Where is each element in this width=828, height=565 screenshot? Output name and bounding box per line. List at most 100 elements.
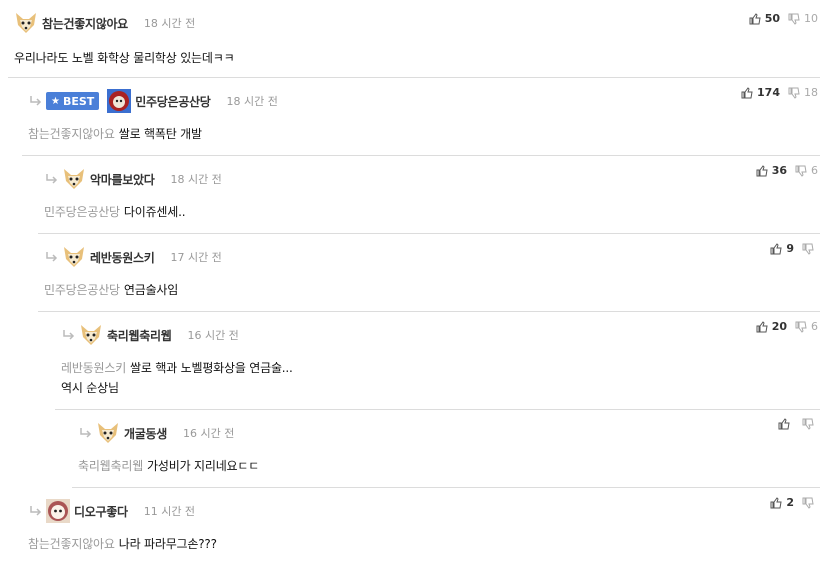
timestamp: 17 시간 전: [170, 251, 222, 264]
upvote-button[interactable]: 174: [741, 86, 788, 99]
vote-area: 50 10: [749, 12, 818, 25]
comment-text: 축리웹축리웹 가성비가 지리네요ㄷㄷ: [78, 456, 259, 476]
comment-body: 나라 파라무그손???: [118, 537, 217, 551]
comment-item: 참는건좋지않아요 18 시간 전 우리나라도 노벨 화학상 물리학상 있는데ㅋㅋ…: [8, 4, 820, 78]
mention[interactable]: 민주당은공산당: [44, 283, 120, 297]
vote-area: 20 6: [756, 320, 818, 333]
nickname[interactable]: 개굴동생: [124, 425, 167, 442]
thumbs-up-icon: [756, 320, 768, 332]
reply-arrow-icon: [46, 252, 58, 262]
downvote-count: 6: [811, 320, 818, 333]
timestamp: 18 시간 전: [226, 95, 278, 108]
comment-text: 참는건좋지않아요 나라 파라무그손???: [28, 534, 217, 554]
thumbs-up-icon: [778, 418, 790, 430]
vote-area: 2: [770, 496, 818, 509]
avatar[interactable]: [96, 421, 120, 445]
comment-item: 악마를보았다 18 시간 전 민주당은공산당 다이쥬센세.. 36 6: [38, 156, 820, 234]
comment-item: ★ BEST 민주당은공산당 18 시간 전 참는건좋지않아요 쌀로 핵폭탄 개발 …: [22, 78, 820, 156]
comment-body: 연금술사임: [123, 283, 179, 297]
best-badge: ★ BEST: [46, 92, 100, 110]
mention[interactable]: 참는건좋지않아요: [28, 537, 115, 551]
comment-text: 레반동원스키 쌀로 핵과 노벨평화상을 연금술... 역시 순상님: [61, 358, 293, 398]
thumbs-down-icon: [795, 165, 807, 177]
comment-text: 민주당은공산당 다이쥬센세..: [44, 202, 186, 222]
vote-area: 36 6: [756, 164, 818, 177]
mention[interactable]: 민주당은공산당: [44, 205, 120, 219]
nickname[interactable]: 디오구좋다: [74, 503, 128, 520]
upvote-button[interactable]: 20: [756, 320, 795, 333]
star-icon: ★: [51, 95, 60, 107]
upvote-count: 50: [764, 12, 780, 25]
comment-item: 개굴동생 16 시간 전 축리웹축리웹 가성비가 지리네요ㄷㄷ: [72, 410, 820, 488]
thumbs-up-icon: [770, 496, 782, 508]
thumbs-down-icon: [802, 418, 814, 430]
nickname[interactable]: 축리웹축리웹: [107, 327, 172, 344]
avatar[interactable]: [79, 323, 103, 347]
mention[interactable]: 레반동원스키: [61, 361, 126, 375]
upvote-button[interactable]: [778, 418, 802, 430]
thumbs-down-icon: [795, 321, 807, 333]
upvote-button[interactable]: 9: [770, 242, 802, 255]
avatar[interactable]: [46, 499, 70, 523]
thumbs-up-icon: [749, 12, 761, 24]
mention[interactable]: 축리웹축리웹: [78, 459, 143, 473]
comment-item: 축리웹축리웹 16 시간 전 레반동원스키 쌀로 핵과 노벨평화상을 연금술...…: [55, 312, 820, 410]
reply-arrow-icon: [80, 428, 92, 438]
downvote-count: 6: [811, 164, 818, 177]
nickname[interactable]: 레반동원스키: [90, 249, 155, 266]
downvote-button[interactable]: 6: [795, 320, 818, 333]
timestamp: 18 시간 전: [170, 173, 222, 186]
downvote-button[interactable]: [802, 497, 818, 509]
thumbs-down-icon: [788, 87, 800, 99]
timestamp: 16 시간 전: [182, 427, 235, 440]
timestamp: 18 시간 전: [143, 17, 196, 30]
downvote-button[interactable]: [802, 418, 818, 430]
downvote-button[interactable]: 10: [788, 12, 818, 25]
upvote-button[interactable]: 2: [770, 496, 802, 509]
comment-item: 레반동원스키 17 시간 전 민주당은공산당 연금술사임 9: [38, 234, 820, 312]
reply-arrow-icon: [30, 506, 42, 516]
nickname[interactable]: 민주당은공산당: [135, 93, 210, 110]
comment-text: 민주당은공산당 연금술사임: [44, 280, 178, 300]
upvote-count: 9: [786, 242, 794, 255]
upvote-count: 174: [757, 86, 780, 99]
downvote-count: 10: [804, 12, 818, 25]
comment-item: 디오구좋다 11 시간 전 참는건좋지않아요 나라 파라무그손??? 2: [22, 488, 820, 565]
comment-body-line2: 역시 순상님: [61, 381, 119, 395]
avatar[interactable]: [62, 245, 86, 269]
thumbs-up-icon: [756, 164, 768, 176]
comment-body: 다이쥬센세..: [123, 205, 186, 219]
thumbs-down-icon: [788, 13, 800, 25]
downvote-button[interactable]: [802, 243, 818, 255]
thumbs-down-icon: [802, 243, 814, 255]
thumbs-up-icon: [770, 242, 782, 254]
comment-body: 우리나라도 노벨 화학상 물리학상 있는데ㅋㅋ: [14, 51, 235, 65]
reply-arrow-icon: [46, 174, 58, 184]
comment-text: 참는건좋지않아요 쌀로 핵폭탄 개발: [28, 124, 202, 144]
mention[interactable]: 참는건좋지않아요: [28, 127, 115, 141]
downvote-button[interactable]: 18: [788, 86, 818, 99]
upvote-count: 2: [786, 496, 794, 509]
upvote-count: 36: [771, 164, 787, 177]
nickname[interactable]: 악마를보았다: [90, 171, 155, 188]
vote-area: [778, 418, 818, 430]
reply-arrow-icon: [30, 96, 42, 106]
upvote-button[interactable]: 36: [756, 164, 795, 177]
vote-area: 174 18: [741, 86, 818, 99]
downvote-button[interactable]: 6: [795, 164, 818, 177]
nickname[interactable]: 참는건좋지않아요: [42, 15, 128, 32]
upvote-button[interactable]: 50: [749, 12, 788, 25]
avatar[interactable]: [62, 167, 86, 191]
best-label: BEST: [62, 94, 95, 108]
comment-body: 가성비가 지리네요ㄷㄷ: [147, 459, 260, 473]
vote-area: 9: [770, 242, 818, 255]
avatar[interactable]: [107, 89, 132, 113]
avatar[interactable]: [14, 11, 38, 35]
comment-text: 우리나라도 노벨 화학상 물리학상 있는데ㅋㅋ: [14, 48, 235, 68]
downvote-count: 18: [804, 86, 818, 99]
comment-body: 쌀로 핵폭탄 개발: [118, 127, 202, 141]
thumbs-up-icon: [741, 86, 753, 98]
comment-body: 쌀로 핵과 노벨평화상을 연금술...: [130, 361, 293, 375]
timestamp: 16 시간 전: [187, 329, 239, 342]
reply-arrow-icon: [63, 330, 75, 340]
